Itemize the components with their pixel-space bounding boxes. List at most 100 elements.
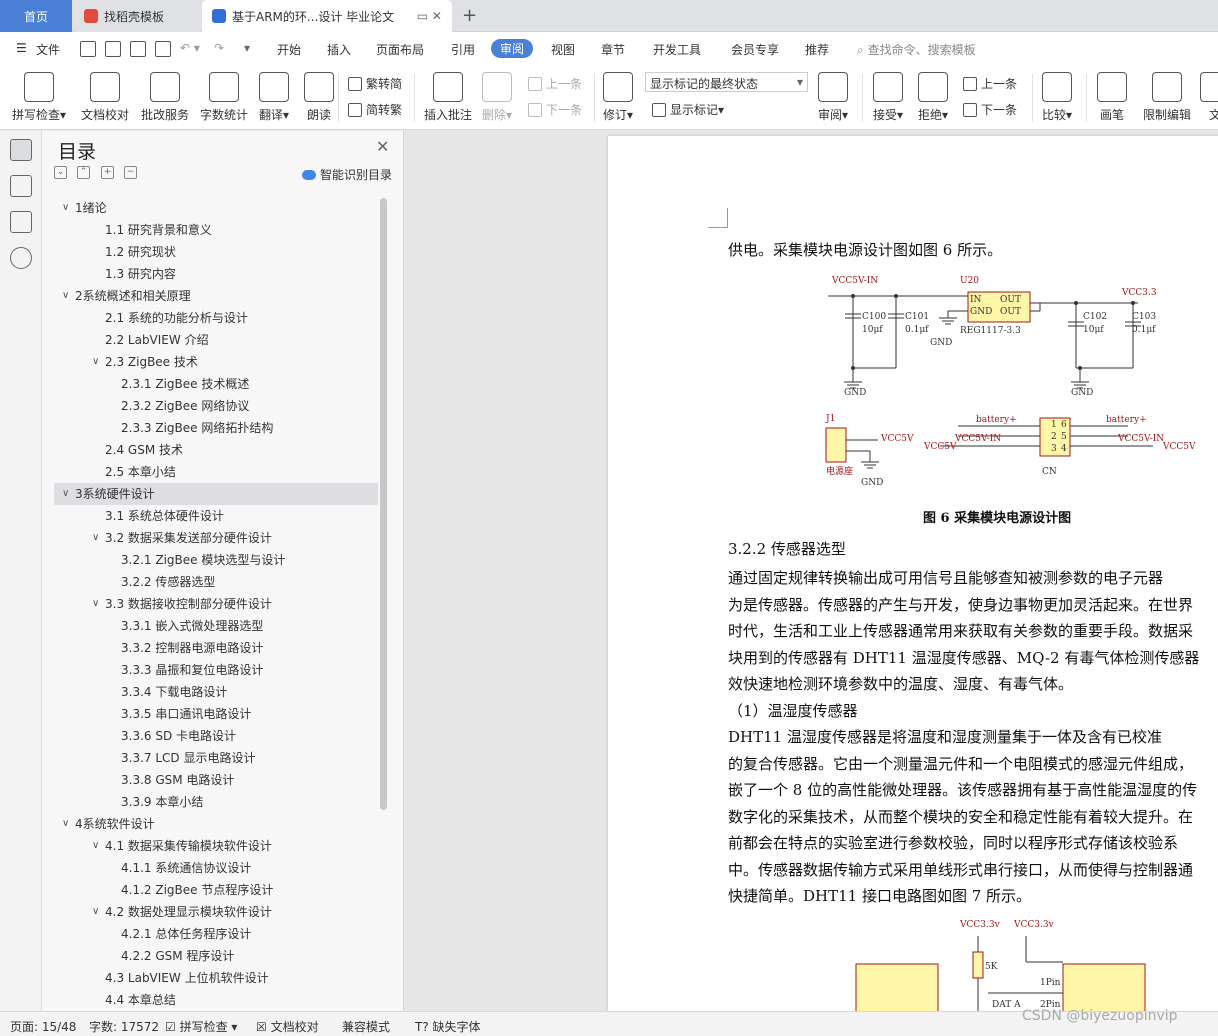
- word-count-button[interactable]: 字数统计: [200, 72, 248, 123]
- chevron-down-icon[interactable]: ∨: [62, 483, 69, 505]
- review-pane-button[interactable]: 审阅▾: [818, 72, 848, 123]
- toc-item[interactable]: 1.3 研究内容: [54, 263, 378, 285]
- chevron-down-icon[interactable]: ∨: [62, 285, 69, 307]
- prev-comment-button[interactable]: 上一条: [528, 75, 582, 92]
- read-aloud-button[interactable]: 朗读: [304, 72, 334, 123]
- document-page[interactable]: 供电。采集模块电源设计图如图 6 所示。 VCC5V-IN U20 IN GND…: [608, 136, 1218, 1011]
- toc-item[interactable]: 3.3.1 嵌入式微处理器选型: [54, 615, 378, 637]
- tab-close-icon[interactable]: ▭ ✕: [417, 9, 442, 23]
- print-icon[interactable]: [130, 41, 146, 57]
- close-icon[interactable]: ✕: [376, 137, 389, 156]
- translate-button[interactable]: 翻译▾: [259, 72, 289, 123]
- toc-item[interactable]: 3.3.5 串口通讯电路设计: [54, 703, 378, 725]
- chevron-down-icon[interactable]: ∨: [62, 813, 69, 835]
- toc-item[interactable]: ∨ 4系统软件设计: [54, 813, 378, 835]
- restrict-edit-button[interactable]: 限制编辑: [1143, 72, 1191, 123]
- toc-item[interactable]: ∨ 4.2 数据处理显示模块软件设计: [54, 901, 378, 923]
- collapse-all-icon[interactable]: ⌄: [54, 166, 67, 179]
- toc-item[interactable]: 4.1.2 ZigBee 节点程序设计: [54, 879, 378, 901]
- more-icon[interactable]: ▾: [244, 41, 250, 55]
- toc-item[interactable]: 2.3.3 ZigBee 网络拓扑结构: [54, 417, 378, 439]
- toc-item[interactable]: 3.2.1 ZigBee 模块选型与设计: [54, 549, 378, 571]
- simp-to-trad-button[interactable]: 简转繁: [348, 101, 402, 118]
- toc-item[interactable]: 3.3.8 GSM 电路设计: [54, 769, 378, 791]
- menu-member[interactable]: 会员专享: [731, 41, 779, 58]
- toc-item[interactable]: 2.4 GSM 技术: [54, 439, 378, 461]
- navigation-panel-icon[interactable]: [10, 175, 32, 197]
- toc-item[interactable]: ∨ 3系统硬件设计: [54, 483, 378, 505]
- toc-item[interactable]: 3.3.9 本章小结: [54, 791, 378, 813]
- toc-item[interactable]: ∨ 3.2 数据采集发送部分硬件设计: [54, 527, 378, 549]
- tab-document[interactable]: 基于ARM的环...设计 毕业论文 ▭ ✕: [202, 0, 452, 32]
- chevron-down-icon[interactable]: ∨: [62, 197, 69, 219]
- menu-review[interactable]: 审阅: [491, 39, 534, 58]
- undo-icon[interactable]: ↶ ▾: [180, 41, 200, 55]
- tab-template[interactable]: 找稻壳模板: [74, 0, 200, 32]
- remove-heading-icon[interactable]: −: [124, 166, 137, 179]
- doc-button[interactable]: 文: [1200, 72, 1218, 123]
- find-icon[interactable]: [10, 247, 32, 269]
- expand-up-icon[interactable]: ⌃: [77, 166, 90, 179]
- proofread-button[interactable]: 文档校对: [81, 72, 129, 123]
- accept-button[interactable]: 接受▾: [873, 72, 903, 123]
- toc-item[interactable]: 4.3 LabVIEW 上位机软件设计: [54, 967, 378, 989]
- compare-button[interactable]: 比较▾: [1042, 72, 1072, 123]
- menu-start[interactable]: 开始: [277, 41, 301, 58]
- word-count[interactable]: 字数: 17572: [89, 1018, 159, 1035]
- new-tab-icon[interactable]: +: [462, 5, 477, 26]
- toc-item[interactable]: ∨ 2系统概述和相关原理: [54, 285, 378, 307]
- toc-item[interactable]: 2.1 系统的功能分析与设计: [54, 307, 378, 329]
- bookmark-icon[interactable]: [10, 211, 32, 233]
- hamburger-icon[interactable]: ☰: [16, 41, 27, 55]
- menu-chapter[interactable]: 章节: [601, 41, 625, 58]
- menu-devtools[interactable]: 开发工具: [653, 41, 701, 58]
- toc-scrollbar[interactable]: [380, 198, 387, 810]
- pen-button[interactable]: 画笔: [1097, 72, 1127, 123]
- toc-item[interactable]: ∨ 1绪论: [54, 197, 378, 219]
- trad-to-simp-button[interactable]: 繁转简: [348, 75, 402, 92]
- chevron-down-icon[interactable]: ∨: [92, 901, 99, 923]
- add-heading-icon[interactable]: +: [101, 166, 114, 179]
- batch-correct-button[interactable]: 批改服务: [141, 72, 189, 123]
- page-indicator[interactable]: 页面: 15/48: [10, 1018, 76, 1035]
- prev-change-button[interactable]: 上一条: [963, 75, 1017, 92]
- chevron-down-icon[interactable]: ∨: [92, 351, 99, 373]
- status-proofread[interactable]: ☒ 文档校对: [256, 1018, 319, 1035]
- export-icon[interactable]: [105, 41, 121, 57]
- reject-button[interactable]: 拒绝▾: [918, 72, 948, 123]
- toc-item[interactable]: 4.2.1 总体任务程序设计: [54, 923, 378, 945]
- save-icon[interactable]: [80, 41, 96, 57]
- menu-insert[interactable]: 插入: [327, 41, 351, 58]
- status-spell-check[interactable]: ☑ 拼写检查 ▾: [165, 1018, 237, 1035]
- tab-home[interactable]: 首页: [0, 0, 72, 32]
- toc-item[interactable]: ∨ 2.3 ZigBee 技术: [54, 351, 378, 373]
- toc-item[interactable]: 2.3.1 ZigBee 技术概述: [54, 373, 378, 395]
- redo-icon[interactable]: ↷: [214, 41, 224, 55]
- command-search[interactable]: ⌕ 查找命令、搜索模板: [857, 41, 976, 58]
- menu-reference[interactable]: 引用: [451, 41, 475, 58]
- menu-view[interactable]: 视图: [551, 41, 575, 58]
- chevron-down-icon[interactable]: ∨: [92, 593, 99, 615]
- chevron-down-icon[interactable]: ∨: [92, 527, 99, 549]
- next-comment-button[interactable]: 下一条: [528, 101, 582, 118]
- toc-item[interactable]: 3.3.4 下载电路设计: [54, 681, 378, 703]
- toc-item[interactable]: 2.3.2 ZigBee 网络协议: [54, 395, 378, 417]
- toc-item[interactable]: ∨ 3.3 数据接收控制部分硬件设计: [54, 593, 378, 615]
- toc-item[interactable]: 1.1 研究背景和意义: [54, 219, 378, 241]
- menu-recommend[interactable]: 推荐: [805, 41, 829, 58]
- show-markup-button[interactable]: 显示标记▾: [652, 101, 724, 118]
- toc-item[interactable]: 3.3.7 LCD 显示电路设计: [54, 747, 378, 769]
- missing-fonts[interactable]: T? 缺失字体: [415, 1018, 481, 1035]
- toc-item[interactable]: 4.1.1 系统通信协议设计: [54, 857, 378, 879]
- markup-state-select[interactable]: 显示标记的最终状态: [645, 72, 808, 92]
- toc-item[interactable]: 3.1 系统总体硬件设计: [54, 505, 378, 527]
- menu-file[interactable]: 文件: [36, 41, 60, 58]
- toc-item[interactable]: 3.3.2 控制器电源电路设计: [54, 637, 378, 659]
- menu-layout[interactable]: 页面布局: [376, 41, 424, 58]
- toc-item[interactable]: 4.4 本章总结: [54, 989, 378, 1007]
- toc-item[interactable]: 3.3.3 晶振和复位电路设计: [54, 659, 378, 681]
- smart-toc-button[interactable]: 智能识别目录: [302, 166, 392, 183]
- toc-item[interactable]: 2.5 本章小结: [54, 461, 378, 483]
- delete-comment-button[interactable]: 删除▾: [482, 72, 512, 123]
- toc-item[interactable]: 1.2 研究现状: [54, 241, 378, 263]
